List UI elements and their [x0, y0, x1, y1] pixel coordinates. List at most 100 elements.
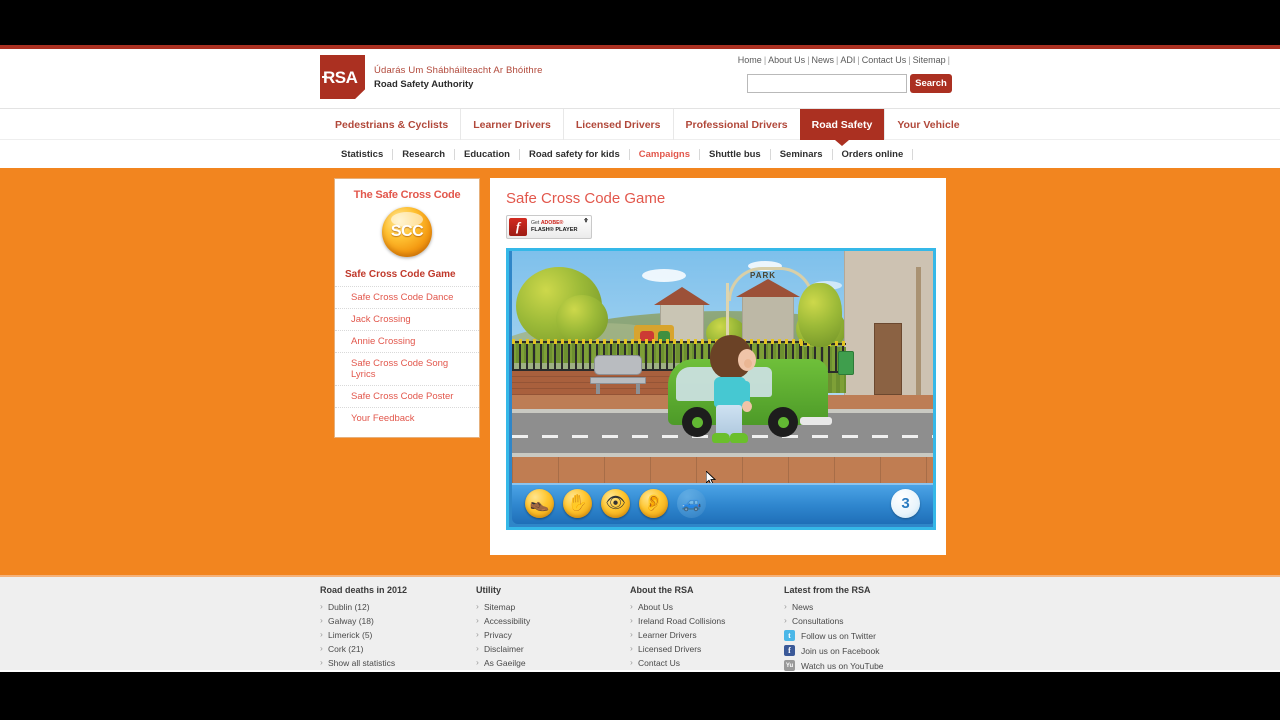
- letterbox-bottom: [0, 672, 1280, 720]
- bench-seat: [590, 377, 646, 384]
- hand-icon[interactable]: ✋: [563, 489, 592, 518]
- rsa-logo-abbr: RSA: [321, 68, 358, 87]
- utility-nav-item[interactable]: About Us: [768, 55, 805, 65]
- footer-link[interactable]: Galway (18): [320, 614, 474, 628]
- site-footer: Road deaths in 2012 Dublin (12)Galway (18…: [0, 575, 1280, 672]
- sidebar-link[interactable]: Safe Cross Code Poster: [335, 385, 479, 407]
- search-button[interactable]: Search: [910, 74, 952, 93]
- footer-link[interactable]: Contact Us: [630, 656, 782, 670]
- footer-social-label: Join us on Facebook: [801, 645, 880, 656]
- main-nav-item-licensed-drivers[interactable]: Licensed Drivers: [562, 109, 673, 140]
- boy-shoe: [712, 433, 730, 443]
- footer-link[interactable]: Sitemap: [476, 600, 628, 614]
- flash-get-label: Get: [531, 219, 541, 226]
- sidebar-link[interactable]: Safe Cross Code Song Lyrics: [335, 352, 479, 385]
- main-nav-item-your-vehicle[interactable]: Your Vehicle: [884, 109, 971, 140]
- flash-icon: f: [509, 218, 527, 236]
- lives-counter: 3: [891, 489, 920, 518]
- sidebar-link-list: Safe Cross Code Dance Jack Crossing Annie …: [335, 286, 479, 429]
- game-player[interactable]: PARK 👞 ✋ 👁 👂 🚙 3: [506, 248, 936, 530]
- main-nav-item-pedestrians-cyclists[interactable]: Pedestrians & Cyclists: [323, 109, 460, 140]
- sidebar-link[interactable]: Your Feedback: [335, 407, 479, 429]
- game-stage[interactable]: PARK: [512, 251, 933, 489]
- game-toolbar: 👞 ✋ 👁 👂 🚙 3: [512, 483, 933, 524]
- boy-shoe: [730, 433, 748, 443]
- flash-adobe-label: ADOBE®: [540, 219, 564, 226]
- sub-nav-item-orders-online[interactable]: Orders online: [833, 149, 914, 160]
- sub-nav-item-road-safety-for-kids[interactable]: Road safety for kids: [520, 149, 630, 160]
- sidebar-title: The Safe Cross Code: [353, 189, 461, 201]
- footer-link[interactable]: Disclaimer: [476, 642, 628, 656]
- sub-nav-item-campaigns[interactable]: Campaigns: [630, 149, 700, 160]
- footer-link[interactable]: Accessibility: [476, 614, 628, 628]
- footer-column-heading: Road deaths in 2012: [320, 585, 408, 595]
- main-nav-item-learner-drivers[interactable]: Learner Drivers: [460, 109, 563, 140]
- scc-badge-wrapper: SCC: [335, 207, 479, 257]
- sub-nav-item-research[interactable]: Research: [393, 149, 456, 160]
- get-flash-player-badge[interactable]: f Get ADOBE® FLASH® PLAYER: [506, 215, 592, 239]
- utility-nav-item[interactable]: ADI: [840, 55, 855, 65]
- footer-social-link[interactable]: f Join us on Facebook: [784, 643, 936, 658]
- scc-badge-label: SCC: [390, 223, 424, 240]
- utility-nav-separator: |: [836, 55, 839, 65]
- utility-nav-separator: |: [763, 55, 767, 65]
- footer-column: Utility SitemapAccessibilityPrivacyDiscla…: [474, 585, 628, 672]
- sidebar-link[interactable]: Annie Crossing: [335, 330, 479, 352]
- utility-nav-item[interactable]: Sitemap: [913, 55, 946, 65]
- bench-leg: [596, 384, 600, 394]
- search-box: Search: [747, 74, 952, 93]
- sub-nav-item-shuttle-bus[interactable]: Shuttle bus: [700, 149, 771, 160]
- foot-icon[interactable]: 👞: [525, 489, 554, 518]
- park-bench: [590, 351, 646, 395]
- sub-nav-item-seminars[interactable]: Seminars: [771, 149, 833, 160]
- sub-nav: Statistics Research Education Road safety f…: [320, 140, 960, 169]
- main-nav-item-professional-drivers[interactable]: Professional Drivers: [672, 109, 800, 140]
- footer-social-link[interactable]: Yu Watch us on YouTube: [784, 658, 936, 672]
- sidebar-link[interactable]: Jack Crossing: [335, 308, 479, 330]
- footer-link[interactable]: Dublin (12): [320, 600, 474, 614]
- fence-tips: [512, 339, 804, 344]
- boy-character: [702, 335, 760, 447]
- footer-link[interactable]: As Gaeilge: [476, 656, 628, 670]
- main-nav-item-road-safety[interactable]: Road Safety: [799, 109, 885, 140]
- footer-link[interactable]: Consultations: [784, 614, 936, 628]
- footer-link[interactable]: Ireland Road Collisions: [630, 614, 782, 628]
- sub-nav-item-education[interactable]: Education: [455, 149, 520, 160]
- footer-column: About the RSA About UsIreland Road Collis…: [628, 585, 782, 672]
- flash-badge-line2: FLASH® PLAYER: [531, 227, 578, 233]
- logo-name-english: Road Safety Authority: [374, 78, 474, 90]
- utility-nav-item[interactable]: Contact Us: [862, 55, 907, 65]
- sidebar-heading: Safe Cross Code Game: [345, 269, 456, 280]
- footer-column-heading: Utility: [476, 585, 502, 595]
- ear-icon[interactable]: 👂: [639, 489, 668, 518]
- footer-link[interactable]: Licensed Drivers: [630, 642, 782, 656]
- sidebar-link[interactable]: Safe Cross Code Dance: [335, 286, 479, 308]
- utility-nav-item[interactable]: News: [812, 55, 835, 65]
- rsa-logo[interactable]: RSA Údarás Um Shábháilteacht Ar Bhóithre…: [320, 55, 543, 99]
- footer-link[interactable]: News: [784, 600, 936, 614]
- search-input[interactable]: [747, 74, 907, 93]
- footer-link[interactable]: Privacy: [476, 628, 628, 642]
- footer-column-heading: About the RSA: [630, 585, 694, 595]
- eye-icon[interactable]: 👁: [601, 489, 630, 518]
- hand-icon-glyph: ✋: [567, 494, 588, 512]
- utility-nav: Home | About Us | News | ADI | Contact Us | Sitema…: [738, 55, 952, 65]
- footer-column: Road deaths in 2012 Dublin (12)Galway (18…: [320, 585, 474, 672]
- footer-social-link[interactable]: t Follow us on Twitter: [784, 628, 936, 643]
- street-pole: [916, 267, 921, 407]
- footer-link[interactable]: Show all statistics: [320, 656, 474, 670]
- utility-nav-item[interactable]: Home: [738, 55, 762, 65]
- rsa-logo-text: Údarás Um Shábháilteacht Ar Bhóithre Roa…: [374, 65, 543, 90]
- footer-social-label: Follow us on Twitter: [801, 630, 876, 641]
- footer-link[interactable]: About Us: [630, 600, 782, 614]
- footer-link[interactable]: Learner Drivers: [630, 628, 782, 642]
- boy-hand: [742, 401, 752, 412]
- footer-link[interactable]: Cork (21): [320, 642, 474, 656]
- vehicle-icon: 🚙: [677, 489, 706, 518]
- bench-leg: [636, 384, 640, 394]
- footer-link[interactable]: Limerick (5): [320, 628, 474, 642]
- sub-nav-item-statistics[interactable]: Statistics: [332, 149, 394, 160]
- main-nav-bar: Pedestrians & Cyclists Learner Drivers Lic…: [0, 108, 1280, 140]
- footer-column: Latest from the RSA NewsConsultations t Fol…: [782, 585, 936, 672]
- footer-columns: Road deaths in 2012 Dublin (12)Galway (18…: [320, 577, 960, 672]
